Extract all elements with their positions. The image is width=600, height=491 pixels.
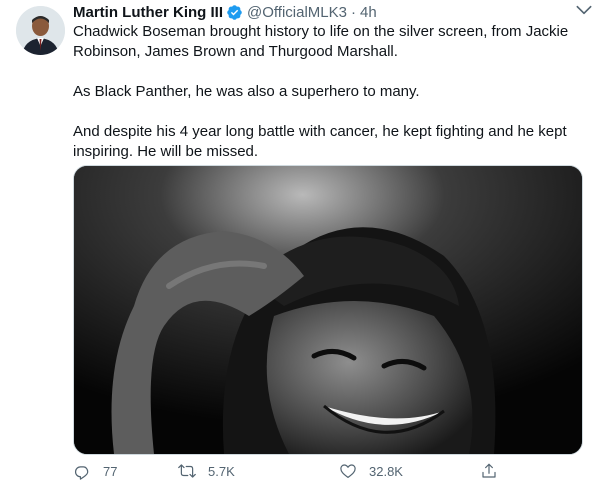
chevron-down-icon[interactable] [574, 0, 594, 20]
tweet-paragraph: Chadwick Boseman brought history to life… [73, 23, 569, 60]
like-count: 32.8K [369, 463, 403, 479]
tweet-paragraph: As Black Panther, he was also a superher… [73, 83, 420, 100]
reply-button[interactable]: 77 [73, 458, 117, 484]
retweet-count: 5.7K [208, 463, 235, 479]
tweet-timestamp[interactable]: 4h [360, 4, 377, 21]
tweet-photo[interactable] [73, 165, 583, 455]
reply-count: 77 [103, 463, 118, 479]
tweet-header: Martin Luther King III @OfficialMLK3 · 4… [73, 2, 588, 22]
tweet-text: Chadwick Boseman brought history to life… [73, 22, 588, 162]
tweet-actions: 77 5.7K 32.8K [73, 458, 593, 484]
header-separator: · [350, 3, 356, 21]
tweet-card[interactable]: Martin Luther King III @OfficialMLK3 · 4… [0, 0, 600, 491]
verified-badge-icon [226, 4, 243, 21]
tweet-paragraph: And despite his 4 year long battle with … [73, 123, 567, 160]
retweet-icon [178, 464, 196, 478]
share-icon [482, 463, 496, 478]
avatar[interactable] [16, 6, 65, 55]
like-button[interactable]: 32.8K [339, 458, 403, 484]
share-button[interactable] [480, 458, 510, 484]
user-handle[interactable]: @OfficialMLK3 [247, 4, 347, 21]
retweet-button[interactable]: 5.7K [178, 458, 235, 484]
heart-icon [340, 464, 356, 478]
reply-icon [74, 466, 89, 480]
display-name[interactable]: Martin Luther King III [73, 4, 223, 21]
